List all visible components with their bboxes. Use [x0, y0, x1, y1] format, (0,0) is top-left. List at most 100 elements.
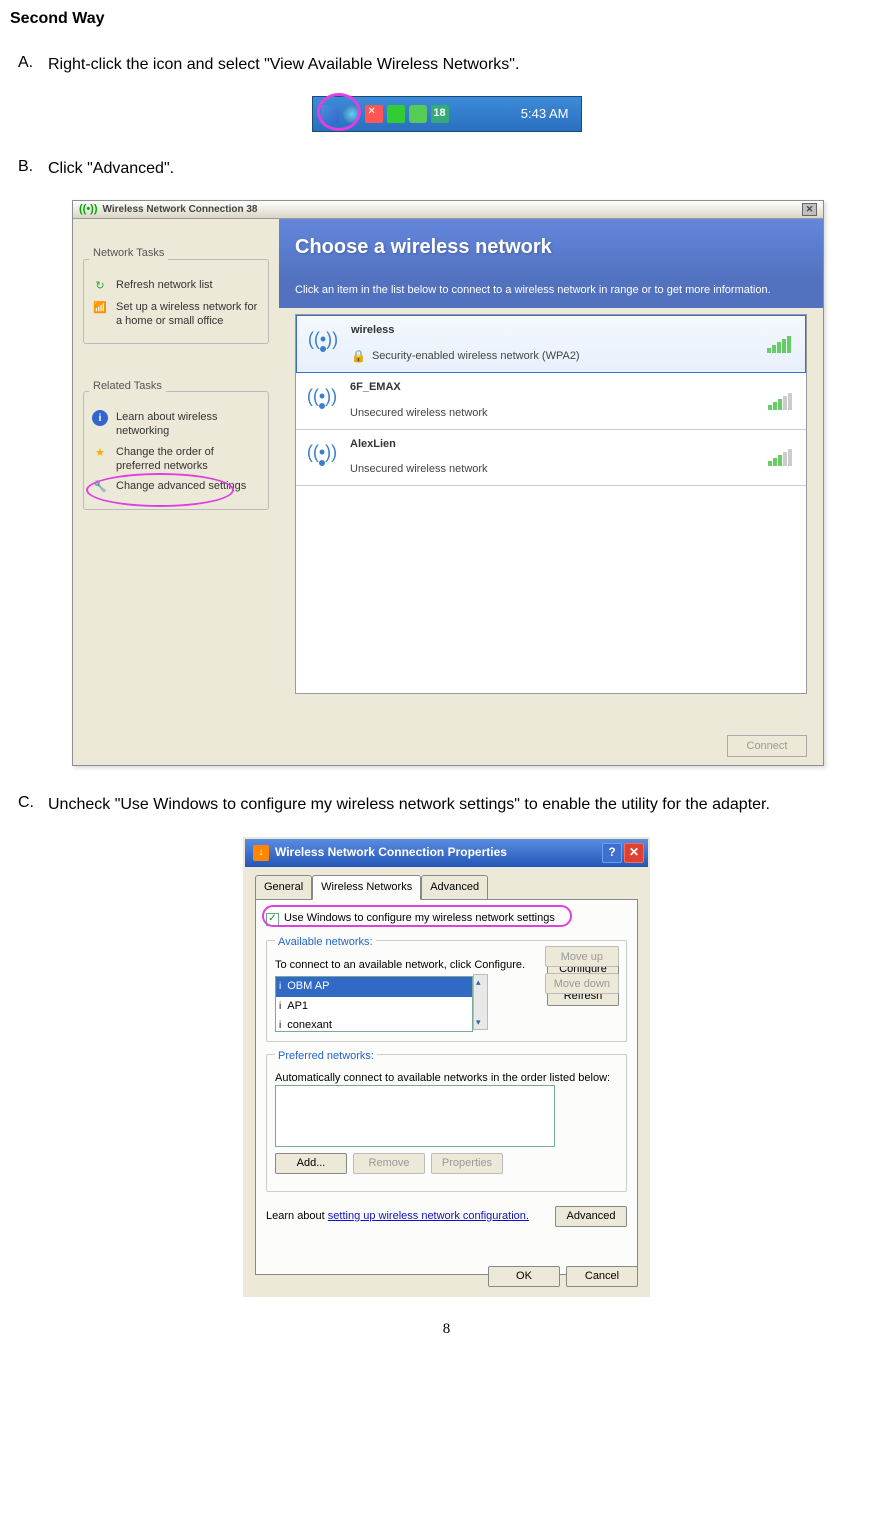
add-button[interactable]: Add... — [275, 1153, 347, 1174]
task-label: Set up a wireless network for a home or … — [116, 300, 260, 329]
fieldset-label: Available networks: — [275, 934, 376, 952]
step-letter: B. — [18, 154, 48, 184]
signal-bars — [768, 392, 792, 410]
net-name: wireless — [351, 322, 755, 340]
sidebar: Network Tasks ↻ Refresh network list 📶 S… — [73, 219, 279, 765]
antenna-icon: 📶 — [92, 300, 108, 316]
refresh-icon: ↻ — [92, 278, 108, 294]
task-label: Change advanced settings — [116, 479, 246, 493]
titlebar: ↓ Wireless Network Connection Properties… — [245, 839, 648, 867]
properties-dialog: ↓ Wireless Network Connection Properties… — [243, 837, 650, 1297]
lock-icon: 🔒 — [351, 347, 366, 366]
wrench-icon: 🔧 — [92, 479, 108, 495]
group-label: Network Tasks — [89, 245, 168, 263]
network-item[interactable]: ((•)) wireless 🔒 Security-enabled wirele… — [296, 315, 806, 374]
monitor-icon — [321, 105, 339, 123]
tab-wireless-networks[interactable]: Wireless Networks — [312, 875, 421, 901]
tab-general[interactable]: General — [255, 875, 312, 901]
step-b: B. Click "Advanced". — [18, 154, 883, 184]
group-label: Related Tasks — [89, 378, 166, 396]
list-item: OBM AP — [287, 978, 329, 996]
green-icon — [409, 105, 427, 123]
tabs: General Wireless Networks Advanced — [255, 875, 638, 901]
help-button[interactable]: ? — [602, 843, 622, 863]
checkbox-icon[interactable]: ✓ — [266, 913, 279, 926]
preferred-listbox[interactable] — [275, 1085, 555, 1147]
tab-panel: ✓ Use Windows to configure my wireless n… — [255, 899, 638, 1275]
task-label: Change the order of preferred networks — [116, 445, 260, 474]
task-label: Refresh network list — [116, 278, 213, 292]
wifi-icon: ((•)) — [79, 201, 98, 219]
list-item: conexant — [287, 1017, 332, 1035]
close-button[interactable]: ✕ — [624, 843, 644, 863]
task-learn[interactable]: i Learn about wireless networking — [92, 410, 260, 439]
step-letter: A. — [18, 50, 48, 80]
network-item[interactable]: ((•)) AlexLien Unsecured wireless networ… — [296, 430, 806, 486]
window-title: Wireless Network Connection 38 — [103, 202, 258, 218]
task-setup[interactable]: 📶 Set up a wireless network for a home o… — [92, 300, 260, 329]
star-icon: ★ — [92, 445, 108, 461]
info-icon: i — [92, 410, 108, 426]
signal-icon: ((•)) — [306, 391, 338, 412]
section-heading: Second Way — [10, 6, 883, 32]
tray-icons: 18 — [313, 105, 457, 123]
clock: 5:43 AM — [521, 104, 581, 125]
use-windows-checkbox-row[interactable]: ✓ Use Windows to configure my wireless n… — [266, 910, 627, 928]
net-name: 6F_EMAX — [350, 379, 756, 397]
globe-icon — [343, 105, 361, 123]
step-text: Click "Advanced". — [48, 154, 883, 184]
antenna-icon: i — [279, 999, 281, 1015]
network-list: ((•)) wireless 🔒 Security-enabled wirele… — [295, 314, 807, 694]
antenna-icon: i — [279, 979, 281, 995]
step-text: Uncheck "Use Windows to configure my wir… — [48, 790, 883, 820]
shield-icon — [387, 105, 405, 123]
task-order[interactable]: ★ Change the order of preferred networks — [92, 445, 260, 474]
close-button[interactable]: ✕ — [802, 203, 817, 216]
instruction-text: Click an item in the list below to conne… — [279, 279, 823, 307]
learn-text: Learn about setting up wireless network … — [266, 1208, 529, 1226]
tab-advanced[interactable]: Advanced — [421, 875, 488, 901]
network-item[interactable]: ((•)) 6F_EMAX Unsecured wireless network — [296, 373, 806, 429]
step-a: A. Right-click the icon and select "View… — [18, 50, 883, 80]
task-refresh[interactable]: ↻ Refresh network list — [92, 278, 260, 294]
scrollbar[interactable] — [473, 974, 488, 1030]
step-c: C. Uncheck "Use Windows to configure my … — [18, 790, 883, 820]
signal-bars — [767, 335, 791, 353]
wireless-icon: ↓ — [253, 845, 269, 861]
available-listbox[interactable]: i OBM AP i AP1 i conexant — [275, 976, 473, 1032]
checkbox-label: Use Windows to configure my wireless net… — [284, 910, 555, 928]
net-detail: Unsecured wireless network — [350, 405, 488, 423]
system-tray: 18 5:43 AM — [312, 96, 582, 132]
task-label: Learn about wireless networking — [116, 410, 260, 439]
step-text: Right-click the icon and select "View Av… — [48, 50, 883, 80]
lang-icon: 18 — [431, 105, 449, 123]
preferred-networks-group: Preferred networks: Automatically connec… — [266, 1054, 627, 1192]
net-detail: Unsecured wireless network — [350, 461, 488, 479]
main-panel: Choose a wireless network Click an item … — [279, 219, 823, 765]
net-detail: Security-enabled wireless network (WPA2) — [372, 348, 580, 366]
titlebar: ((•)) Wireless Network Connection 38 ✕ — [73, 201, 823, 219]
page-number: 8 — [10, 1317, 883, 1341]
task-advanced[interactable]: 🔧 Change advanced settings — [92, 479, 260, 495]
fieldset-label: Preferred networks: — [275, 1048, 377, 1066]
remove-button[interactable]: Remove — [353, 1153, 425, 1174]
move-down-button[interactable]: Move down — [545, 973, 619, 994]
network-error-icon — [365, 105, 383, 123]
wireless-connection-window: ((•)) Wireless Network Connection 38 ✕ N… — [72, 200, 824, 766]
learn-link[interactable]: setting up wireless network configuratio… — [328, 1210, 529, 1222]
move-up-button[interactable]: Move up — [545, 946, 619, 967]
ok-button[interactable]: OK — [488, 1266, 560, 1287]
advanced-button[interactable]: Advanced — [555, 1206, 627, 1227]
choose-title: Choose a wireless network — [295, 231, 807, 263]
signal-icon: ((•)) — [307, 334, 339, 355]
list-item: AP1 — [287, 998, 308, 1016]
preferred-text: Automatically connect to available netwo… — [275, 1071, 618, 1085]
step-letter: C. — [18, 790, 48, 820]
cancel-button[interactable]: Cancel — [566, 1266, 638, 1287]
systray-figure: 18 5:43 AM — [10, 96, 883, 132]
connect-button[interactable]: Connect — [727, 735, 807, 757]
net-name: AlexLien — [350, 436, 756, 454]
signal-bars — [768, 448, 792, 466]
properties-button[interactable]: Properties — [431, 1153, 503, 1174]
antenna-icon: i — [279, 1018, 281, 1034]
